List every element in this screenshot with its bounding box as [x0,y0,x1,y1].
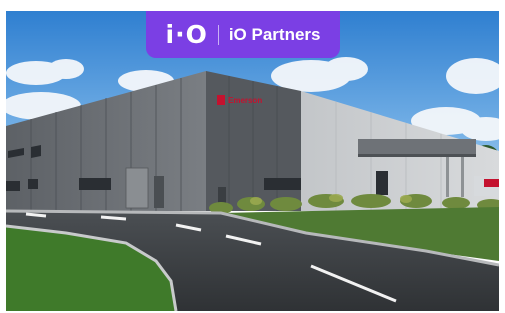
emerson-sign: Emerson [217,95,262,105]
io-partners-badge: i·O iO Partners [146,11,340,58]
loading-door [125,167,149,209]
badge-divider [217,24,219,45]
io-logo: i·O [165,20,208,49]
brand-name: iO Partners [228,25,321,44]
side-door [154,176,164,208]
emerson-sign-text: Emerson [228,96,262,105]
